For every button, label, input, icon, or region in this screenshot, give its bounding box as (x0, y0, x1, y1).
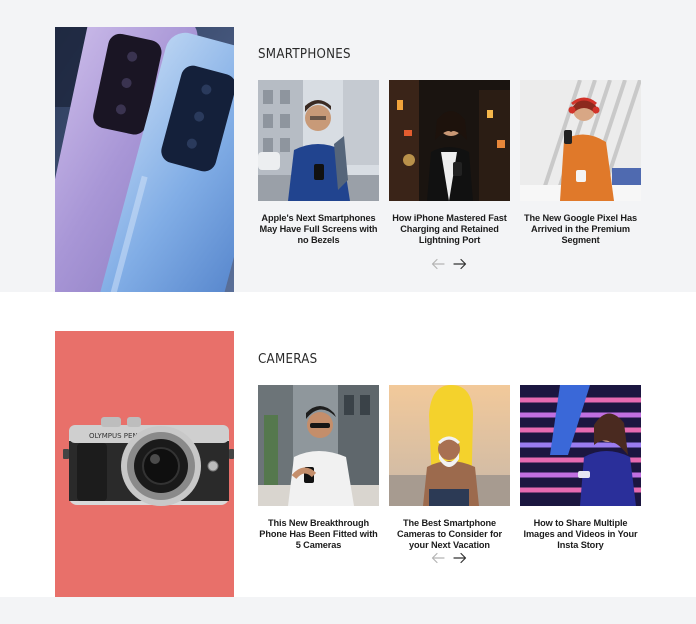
article-image[interactable] (520, 385, 641, 506)
article-image[interactable] (520, 80, 641, 201)
article-title[interactable]: The Best Smartphone Cameras to Consider … (389, 518, 510, 551)
section-title: CAMERAS (258, 351, 318, 367)
smartphones-section: SMARTPHONES Apple's Next Smartphones May… (0, 0, 696, 292)
article-title[interactable]: How iPhone Mastered Fast Charging and Re… (389, 213, 510, 246)
arrow-right-icon[interactable] (453, 552, 467, 564)
arrow-left-icon[interactable] (431, 258, 445, 270)
arrow-left-icon[interactable] (431, 552, 445, 564)
article-card[interactable]: Apple's Next Smartphones May Have Full S… (258, 80, 379, 246)
cameras-section: OLYMPUS PEN CAMERAS This New Breakthroug… (0, 292, 696, 597)
camera-brand-text: OLYMPUS PEN (89, 432, 138, 440)
article-card[interactable]: How iPhone Mastered Fast Charging and Re… (389, 80, 510, 246)
smartphones-hero-image[interactable] (55, 27, 234, 292)
article-title[interactable]: This New Breakthrough Phone Has Been Fit… (258, 518, 379, 551)
article-card[interactable]: The New Google Pixel Has Arrived in the … (520, 80, 641, 246)
article-title[interactable]: How to Share Multiple Images and Videos … (520, 518, 641, 551)
article-title[interactable]: The New Google Pixel Has Arrived in the … (520, 213, 641, 246)
article-card[interactable]: The Best Smartphone Cameras to Consider … (389, 385, 510, 551)
article-image[interactable] (258, 385, 379, 506)
article-image[interactable] (389, 80, 510, 201)
article-image[interactable] (258, 80, 379, 201)
carousel-controls (431, 258, 467, 270)
arrow-right-icon[interactable] (453, 258, 467, 270)
carousel-controls (431, 552, 467, 564)
cameras-hero-image[interactable]: OLYMPUS PEN (55, 331, 234, 597)
article-card[interactable]: This New Breakthrough Phone Has Been Fit… (258, 385, 379, 551)
article-image[interactable] (389, 385, 510, 506)
article-title[interactable]: Apple's Next Smartphones May Have Full S… (258, 213, 379, 246)
section-title: SMARTPHONES (258, 46, 351, 62)
article-card[interactable]: How to Share Multiple Images and Videos … (520, 385, 641, 551)
page-footer-band (0, 597, 696, 624)
